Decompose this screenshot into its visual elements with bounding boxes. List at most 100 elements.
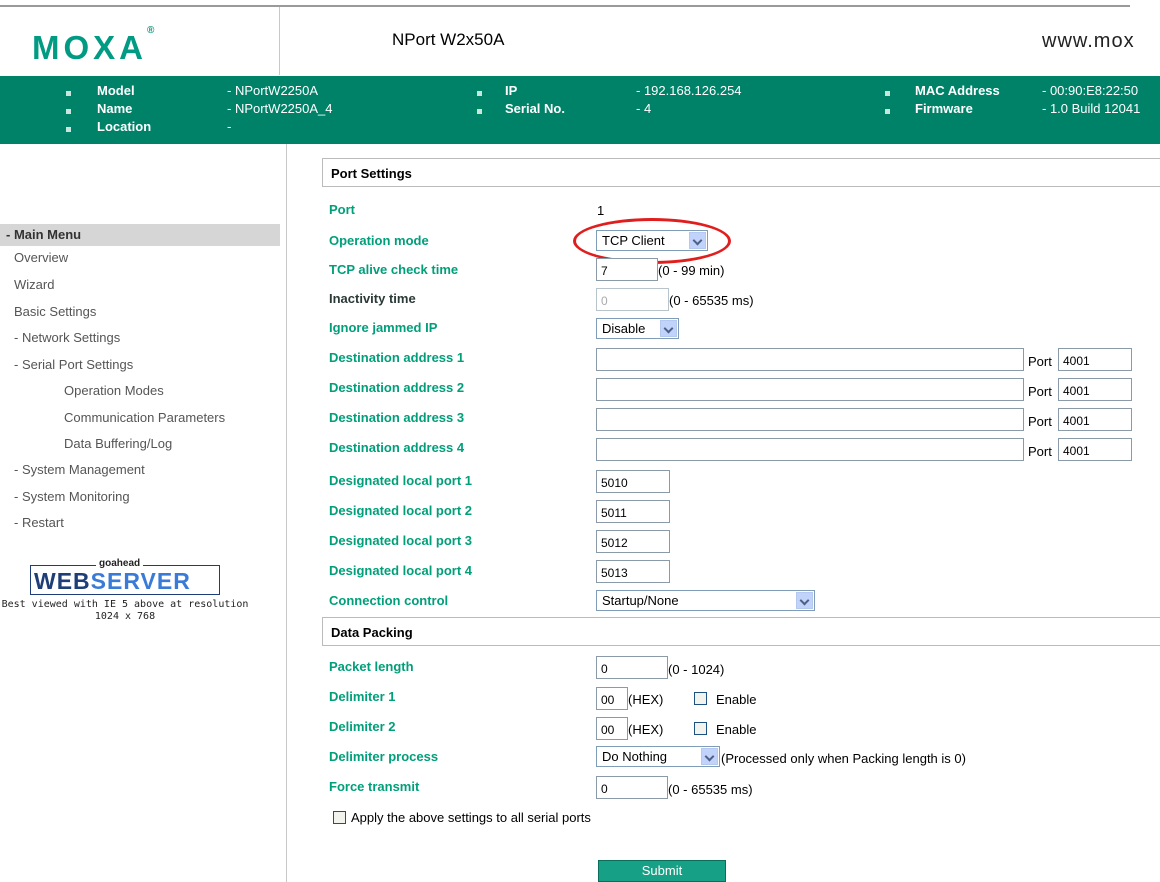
menu-serial-port-settings[interactable]: - Serial Port Settings [14, 357, 133, 372]
delimiter-2-hex: (HEX) [628, 722, 664, 737]
tcp-alive-label: TCP alive check time [329, 262, 459, 277]
bullet-icon [885, 91, 890, 96]
bullet-icon [66, 109, 71, 114]
delimiter-1-label: Delimiter 1 [329, 689, 396, 704]
delimiter-2-input[interactable]: 00 [596, 717, 628, 740]
model-label: Model [97, 83, 135, 98]
menu-restart[interactable]: - Restart [14, 515, 64, 530]
destination-address-2-label: Destination address 2 [329, 380, 465, 395]
destination-port-3-word: Port [1028, 414, 1052, 429]
inactivity-time-input[interactable]: 0 [596, 288, 669, 311]
local-port-4-label: Designated local port 4 [329, 563, 473, 578]
bullet-icon [66, 127, 71, 132]
bullet-icon [66, 91, 71, 96]
local-port-2-input[interactable]: 5011 [596, 500, 670, 523]
chevron-down-icon[interactable] [796, 592, 813, 609]
device-info-bar: Model - NPortW2250A Name - NPortW2250A_4… [0, 76, 1160, 144]
menu-system-management[interactable]: - System Management [14, 462, 145, 477]
port-settings-title: Port Settings [331, 166, 412, 181]
bullet-icon [885, 109, 890, 114]
ignore-jammed-ip-select[interactable]: Disable [596, 318, 679, 339]
delimiter-1-enable-checkbox[interactable] [694, 692, 707, 705]
menu-network-settings[interactable]: - Network Settings [14, 330, 120, 345]
bullet-icon [477, 91, 482, 96]
local-port-3-label: Designated local port 3 [329, 533, 473, 548]
webserver-logo-server: SERVER [90, 568, 191, 594]
local-port-1-label: Designated local port 1 [329, 473, 473, 488]
menu-basic-settings[interactable]: Basic Settings [14, 304, 96, 319]
serial-label: Serial No. [505, 101, 565, 116]
tcp-alive-range: (0 - 99 min) [658, 263, 725, 278]
model-value: - NPortW2250A [227, 83, 319, 98]
menu-data-buffering-log[interactable]: Data Buffering/Log [64, 436, 172, 451]
apply-all-ports-checkbox[interactable] [333, 811, 346, 824]
destination-address-4-label: Destination address 4 [329, 440, 465, 455]
destination-port-1-input[interactable]: 4001 [1058, 348, 1132, 371]
destination-port-2-input[interactable]: 4001 [1058, 378, 1132, 401]
menu-wizard[interactable]: Wizard [14, 277, 54, 292]
menu-operation-modes[interactable]: Operation Modes [64, 383, 164, 398]
destination-address-2-input[interactable] [596, 378, 1024, 401]
destination-port-3-input[interactable]: 4001 [1058, 408, 1132, 431]
packet-length-range: (0 - 1024) [668, 662, 725, 677]
destination-address-1-input[interactable] [596, 348, 1024, 371]
delimiter-2-enable-checkbox[interactable] [694, 722, 707, 735]
browser-note: Best viewed with IE 5 above at resolutio… [1, 599, 249, 622]
destination-port-1-word: Port [1028, 354, 1052, 369]
ip-label: IP [505, 83, 518, 98]
bullet-icon [477, 109, 482, 114]
port-label: Port [329, 202, 355, 217]
serial-value: - 4 [636, 101, 652, 116]
delimiter-1-input[interactable]: 00 [596, 687, 628, 710]
delimiter-2-enable-label: Enable [716, 722, 757, 737]
tcp-alive-input[interactable]: 7 [596, 258, 658, 281]
firmware-label: Firmware [915, 101, 973, 116]
chevron-down-icon[interactable] [660, 320, 677, 337]
local-port-4-input[interactable]: 5013 [596, 560, 670, 583]
logo-text: MOXA [32, 29, 147, 66]
operation-mode-label: Operation mode [329, 233, 429, 248]
destination-address-3-input[interactable] [596, 408, 1024, 431]
local-port-3-input[interactable]: 5012 [596, 530, 670, 553]
local-port-1-input[interactable]: 5010 [596, 470, 670, 493]
destination-port-4-word: Port [1028, 444, 1052, 459]
data-packing-title: Data Packing [331, 625, 413, 640]
destination-address-4-input[interactable] [596, 438, 1024, 461]
logo-cell: MOXA® [0, 7, 280, 75]
delimiter-2-label: Delimiter 2 [329, 719, 396, 734]
firmware-value: - 1.0 Build 12041 [1042, 101, 1141, 116]
connection-control-value: Startup/None [602, 593, 679, 608]
delimiter-1-enable-label: Enable [716, 692, 757, 707]
menu-overview[interactable]: Overview [14, 250, 68, 265]
apply-all-ports-label: Apply the above settings to all serial p… [351, 810, 591, 825]
force-transmit-input[interactable]: 0 [596, 776, 668, 799]
name-label: Name [97, 101, 133, 116]
delimiter-process-note: (Processed only when Packing length is 0… [721, 751, 966, 766]
packet-length-label: Packet length [329, 659, 414, 674]
ip-value: - 192.168.126.254 [636, 83, 742, 98]
connection-control-select[interactable]: Startup/None [596, 590, 815, 611]
connection-control-label: Connection control [329, 593, 449, 608]
port-value: 1 [597, 203, 605, 218]
inactivity-time-range: (0 - 65535 ms) [669, 293, 754, 308]
port-settings-header: Port Settings [322, 158, 1160, 187]
name-value: - NPortW2250A_4 [227, 101, 333, 116]
menu-system-monitoring[interactable]: - System Monitoring [14, 489, 130, 504]
destination-port-4-input[interactable]: 4001 [1058, 438, 1132, 461]
chevron-down-icon[interactable] [701, 748, 718, 765]
submit-button[interactable]: Submit [598, 860, 726, 882]
sidebar-divider [286, 144, 287, 882]
website-url[interactable]: www.mox [1042, 30, 1135, 53]
delimiter-process-label: Delimiter process [329, 749, 439, 764]
inactivity-time-label: Inactivity time [329, 291, 416, 306]
mac-label: MAC Address [915, 83, 1000, 98]
moxa-logo: MOXA® [32, 25, 154, 67]
packet-length-input[interactable]: 0 [596, 656, 668, 679]
main-menu-title[interactable]: - Main Menu [6, 227, 81, 242]
webserver-logo-text: WEBSERVER [34, 568, 191, 595]
menu-communication-parameters[interactable]: Communication Parameters [64, 410, 225, 425]
ignore-jammed-ip-value: Disable [602, 321, 646, 336]
delimiter-process-value: Do Nothing [602, 749, 668, 764]
location-value: - [227, 119, 232, 134]
delimiter-process-select[interactable]: Do Nothing [596, 746, 720, 767]
